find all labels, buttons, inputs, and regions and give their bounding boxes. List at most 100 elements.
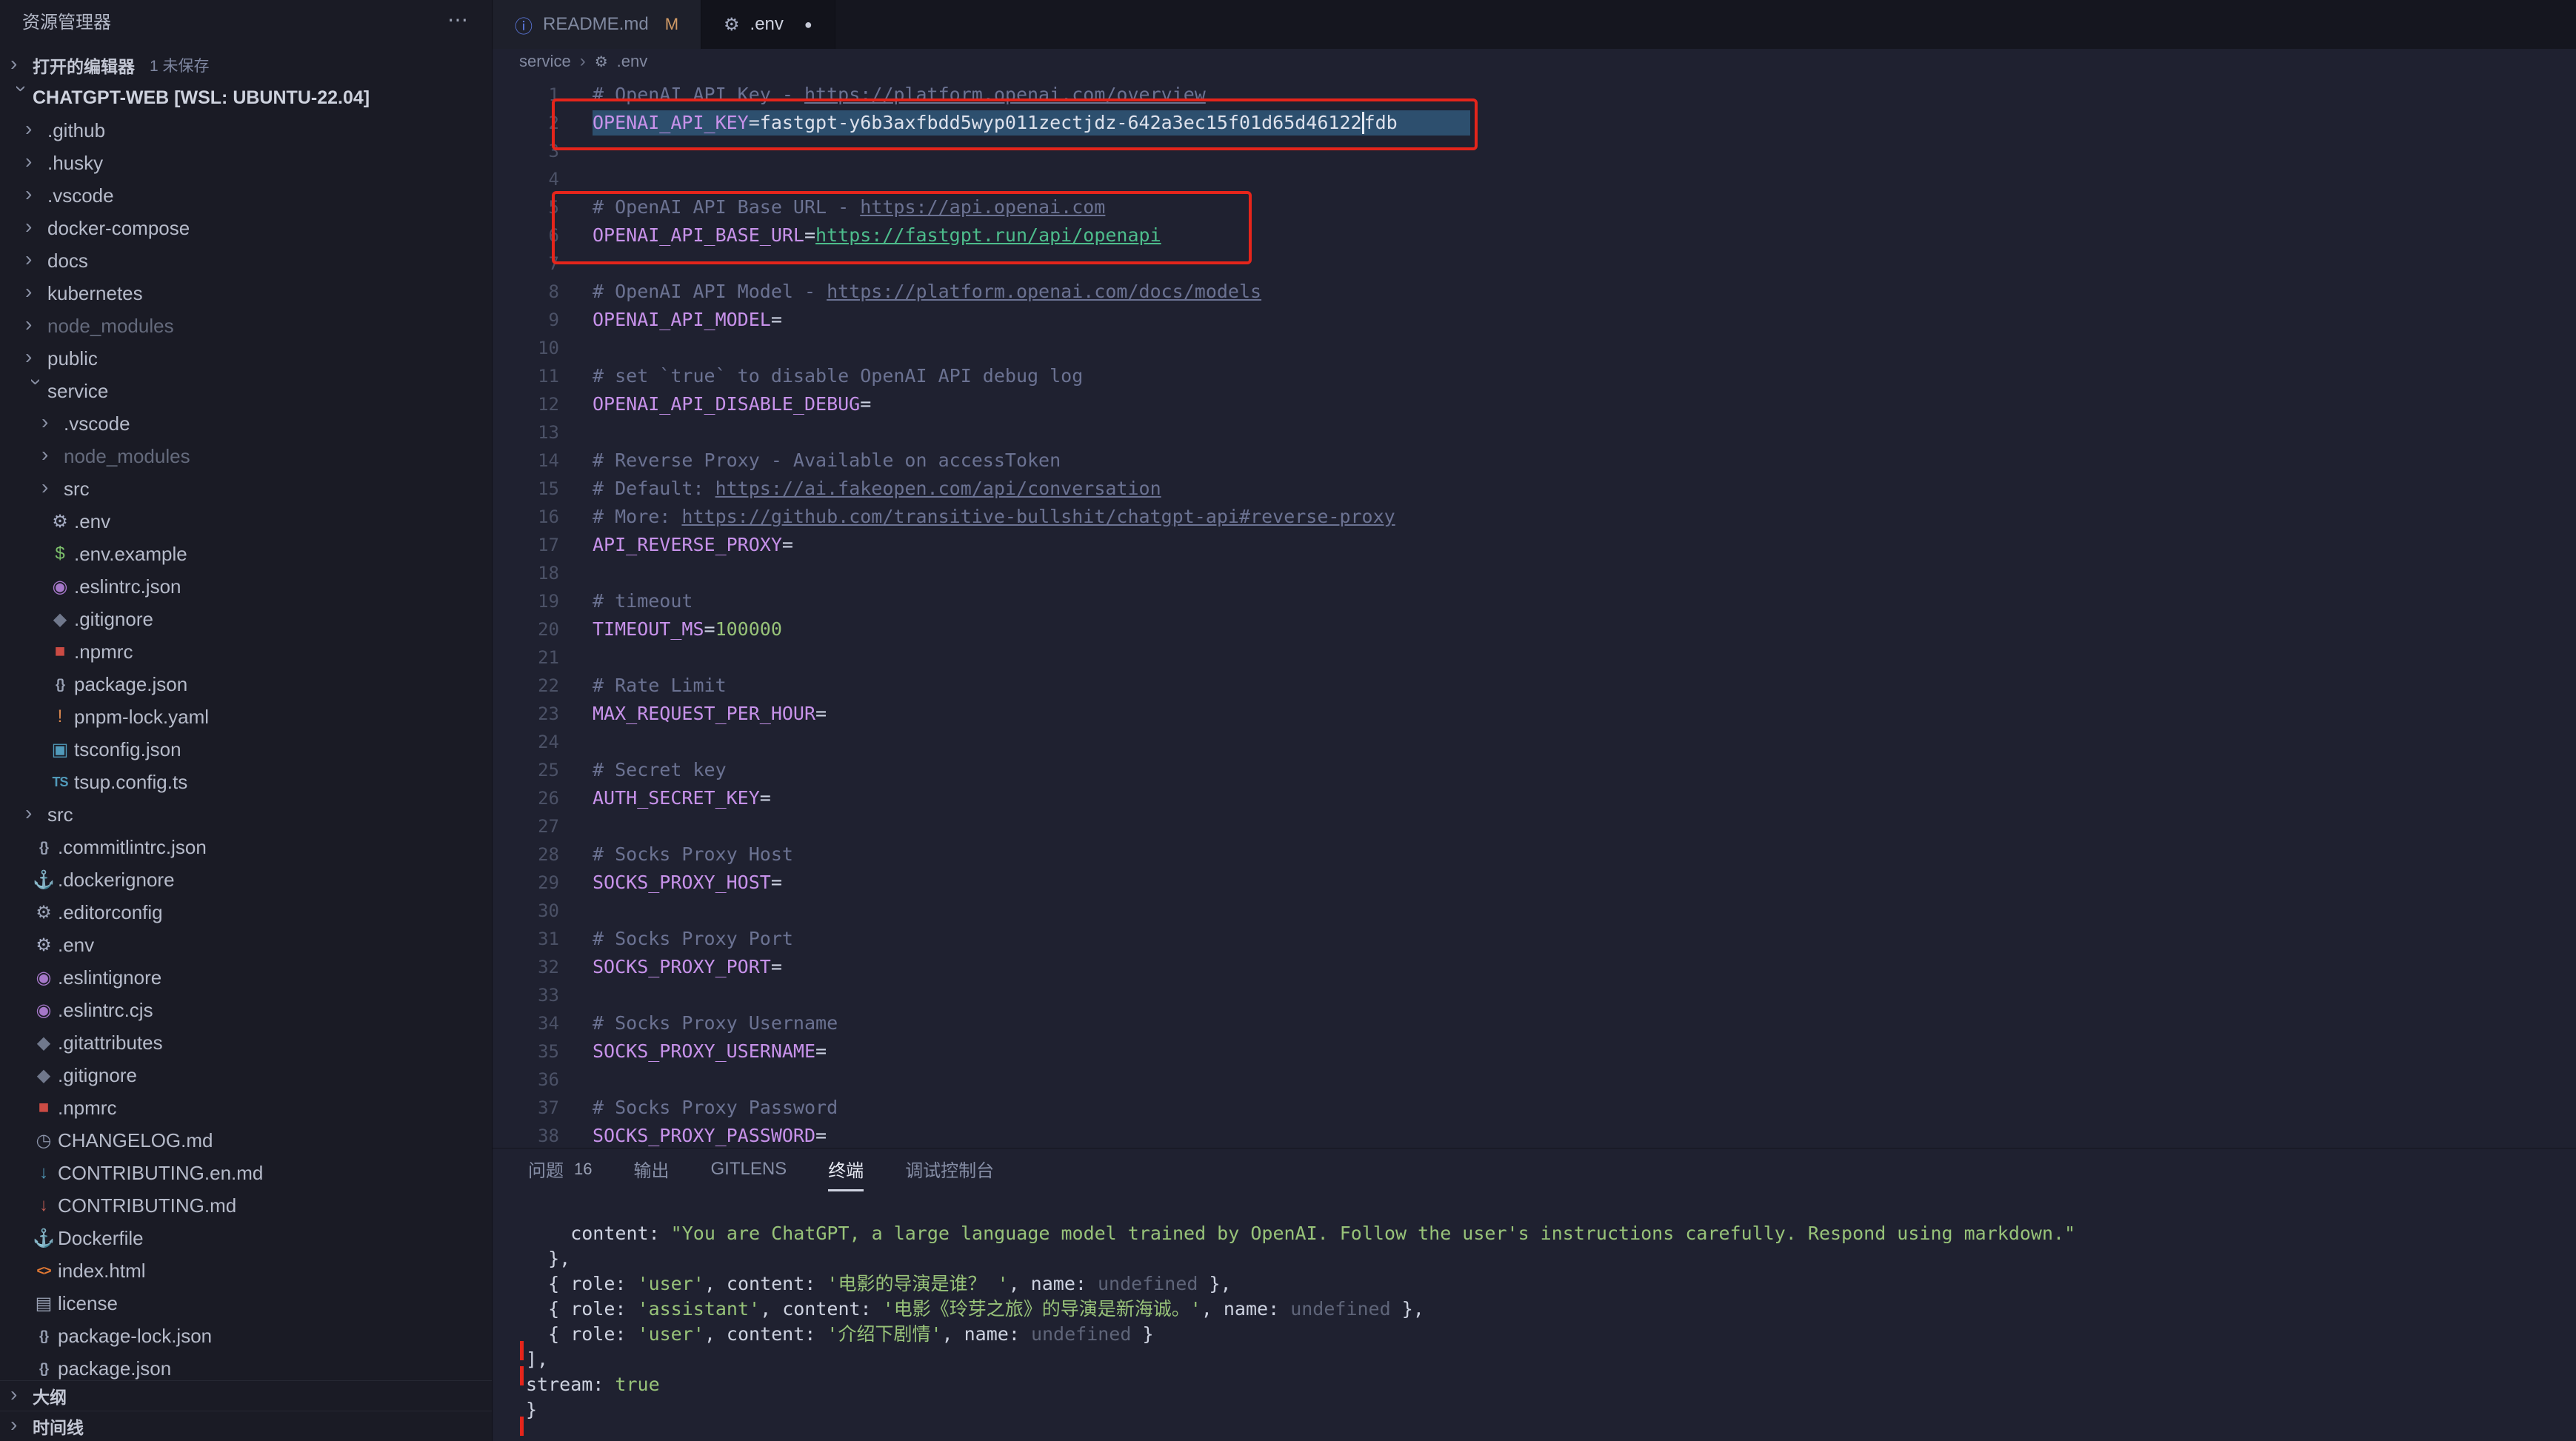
code-line[interactable]: 31# Socks Proxy Port xyxy=(493,925,2576,953)
tree-item-label: node_modules xyxy=(47,315,174,338)
code-line[interactable]: 1# OpenAI API Key - https://platform.ope… xyxy=(493,81,2576,109)
tree-folder-vscode[interactable]: ›.vscode xyxy=(0,179,492,212)
tree-folder-src[interactable]: ›src xyxy=(0,472,492,505)
tree-file-changelog-md[interactable]: ◷CHANGELOG.md xyxy=(0,1124,492,1157)
tree-file-env[interactable]: ⚙.env xyxy=(0,505,492,538)
code-line[interactable]: 16# More: https://github.com/transitive-… xyxy=(493,503,2576,531)
code-line[interactable]: 23MAX_REQUEST_PER_HOUR= xyxy=(493,700,2576,728)
code-line[interactable]: 21 xyxy=(493,643,2576,672)
tree-file-eslintrc-cjs[interactable]: ◉.eslintrc.cjs xyxy=(0,994,492,1026)
breadcrumb-item-env[interactable]: .env xyxy=(617,52,648,71)
tree-file-contributing-en-md[interactable]: ↓CONTRIBUTING.en.md xyxy=(0,1157,492,1189)
code-line[interactable]: 25# Secret key xyxy=(493,756,2576,784)
code-line[interactable]: 11# set `true` to disable OpenAI API deb… xyxy=(493,362,2576,390)
tree-file-pnpm-lock-yaml[interactable]: !pnpm-lock.yaml xyxy=(0,701,492,733)
code-line[interactable]: 8# OpenAI API Model - https://platform.o… xyxy=(493,278,2576,306)
outline-section[interactable]: › 大纲 xyxy=(0,1380,492,1411)
code-line[interactable]: 4 xyxy=(493,165,2576,193)
code-line[interactable]: 18 xyxy=(493,559,2576,587)
code-line[interactable]: 17API_REVERSE_PROXY= xyxy=(493,531,2576,559)
panel-tab-debug-console[interactable]: 调试控制台 xyxy=(905,1149,994,1191)
timeline-section[interactable]: › 时间线 xyxy=(0,1411,492,1441)
tree-file-dockerignore[interactable]: ⚓.dockerignore xyxy=(0,863,492,896)
code-line[interactable]: 24 xyxy=(493,728,2576,756)
panel-tab-problems[interactable]: 问题16 xyxy=(528,1149,592,1191)
open-editors-section[interactable]: › 打开的编辑器 1 未保存 xyxy=(0,49,492,81)
code-line[interactable]: 30 xyxy=(493,897,2576,925)
tree-file-commitlintrc-json[interactable]: {}.commitlintrc.json xyxy=(0,831,492,863)
terminal-red-mark xyxy=(520,1341,524,1360)
tree-folder-vscode[interactable]: ›.vscode xyxy=(0,407,492,440)
project-root-section[interactable]: › CHATGPT-WEB [WSL: UBUNTU-22.04] xyxy=(0,81,492,114)
tree-item-label: CHANGELOG.md xyxy=(58,1129,213,1152)
tree-file-editorconfig[interactable]: ⚙.editorconfig xyxy=(0,896,492,929)
code-line[interactable]: 27 xyxy=(493,812,2576,840)
tree-folder-docker-compose[interactable]: ›docker-compose xyxy=(0,212,492,244)
more-actions-icon[interactable]: ⋯ xyxy=(447,7,470,32)
code-line[interactable]: 12OPENAI_API_DISABLE_DEBUG= xyxy=(493,390,2576,418)
tree-folder-docs[interactable]: ›docs xyxy=(0,244,492,277)
tree-file-contributing-md[interactable]: ↓CONTRIBUTING.md xyxy=(0,1189,492,1222)
code-line[interactable]: 2OPENAI_API_KEY=fastgpt-y6b3axfbdd5wyp01… xyxy=(493,109,2576,137)
code-line[interactable]: 34# Socks Proxy Username xyxy=(493,1009,2576,1037)
code-line[interactable]: 22# Rate Limit xyxy=(493,672,2576,700)
code-line[interactable]: 37# Socks Proxy Password xyxy=(493,1094,2576,1122)
tree-folder-node-modules[interactable]: ›node_modules xyxy=(0,310,492,342)
tab-env[interactable]: ⚙.env● xyxy=(701,0,835,49)
code-line[interactable]: 3 xyxy=(493,137,2576,165)
tree-file-index-html[interactable]: <>index.html xyxy=(0,1254,492,1287)
tree-folder-public[interactable]: ›public xyxy=(0,342,492,375)
tree-folder-github[interactable]: ›.github xyxy=(0,114,492,147)
code-line[interactable]: 28# Socks Proxy Host xyxy=(493,840,2576,869)
code-line[interactable]: 9OPENAI_API_MODEL= xyxy=(493,306,2576,334)
tree-file-gitattributes[interactable]: ◆.gitattributes xyxy=(0,1026,492,1059)
code-line[interactable]: 7 xyxy=(493,250,2576,278)
tree-file-tsup-config-ts[interactable]: TStsup.config.ts xyxy=(0,766,492,798)
code-line[interactable]: 36 xyxy=(493,1066,2576,1094)
tree-folder-husky[interactable]: ›.husky xyxy=(0,147,492,179)
chevron-down-icon: › xyxy=(11,85,32,107)
tree-file-gitignore[interactable]: ◆.gitignore xyxy=(0,1059,492,1091)
tree-file-package-lock-json[interactable]: {}package-lock.json xyxy=(0,1320,492,1352)
code-line[interactable]: 19# timeout xyxy=(493,587,2576,615)
tree-file-npmrc[interactable]: ■.npmrc xyxy=(0,635,492,668)
code-line[interactable]: 20TIMEOUT_MS=100000 xyxy=(493,615,2576,643)
terminal-line: content: "You are ChatGPT, a large langu… xyxy=(526,1221,2576,1246)
tree-file-tsconfig-json[interactable]: ▣tsconfig.json xyxy=(0,733,492,766)
code-line[interactable]: 15# Default: https://ai.fakeopen.com/api… xyxy=(493,475,2576,503)
license-icon: ▤ xyxy=(30,1293,58,1314)
terminal[interactable]: content: "You are ChatGPT, a large langu… xyxy=(493,1191,2576,1441)
code-editor[interactable]: 1# OpenAI API Key - https://platform.ope… xyxy=(493,74,2576,1148)
tree-file-npmrc[interactable]: ■.npmrc xyxy=(0,1091,492,1124)
tree-file-env-example[interactable]: $.env.example xyxy=(0,538,492,570)
code-line[interactable]: 13 xyxy=(493,418,2576,447)
panel-tab-output[interactable]: 输出 xyxy=(633,1149,669,1191)
tree-folder-kubernetes[interactable]: ›kubernetes xyxy=(0,277,492,310)
tree-file-env[interactable]: ⚙.env xyxy=(0,929,492,961)
panel-tab-gitlens[interactable]: GITLENS xyxy=(710,1149,787,1191)
tree-folder-service[interactable]: ›service xyxy=(0,375,492,407)
code-line[interactable]: 6OPENAI_API_BASE_URL=https://fastgpt.run… xyxy=(493,221,2576,250)
tree-file-dockerfile[interactable]: ⚓Dockerfile xyxy=(0,1222,492,1254)
code-line[interactable]: 10 xyxy=(493,334,2576,362)
code-line[interactable]: 26AUTH_SECRET_KEY= xyxy=(493,784,2576,812)
code-line[interactable]: 14# Reverse Proxy - Available on accessT… xyxy=(493,447,2576,475)
tree-file-gitignore[interactable]: ◆.gitignore xyxy=(0,603,492,635)
code-line[interactable]: 38SOCKS_PROXY_PASSWORD= xyxy=(493,1122,2576,1148)
code-line[interactable]: 29SOCKS_PROXY_HOST= xyxy=(493,869,2576,897)
tree-file-eslintrc-json[interactable]: ◉.eslintrc.json xyxy=(0,570,492,603)
tree-file-package-json[interactable]: {}package.json xyxy=(0,668,492,701)
tree-folder-src[interactable]: ›src xyxy=(0,798,492,831)
tree-file-license[interactable]: ▤license xyxy=(0,1287,492,1320)
panel-tab-terminal[interactable]: 终端 xyxy=(828,1149,864,1191)
code-line[interactable]: 5# OpenAI API Base URL - https://api.ope… xyxy=(493,193,2576,221)
code-line[interactable]: 35SOCKS_PROXY_USERNAME= xyxy=(493,1037,2576,1066)
tree-folder-node-modules[interactable]: ›node_modules xyxy=(0,440,492,472)
tree-file-eslintignore[interactable]: ◉.eslintignore xyxy=(0,961,492,994)
tree-item-label: .npmrc xyxy=(74,641,133,663)
code-line[interactable]: 33 xyxy=(493,981,2576,1009)
breadcrumb-item-service[interactable]: service xyxy=(519,52,571,71)
tab-readme[interactable]: ⓘREADME.mdM xyxy=(493,0,701,49)
code-line[interactable]: 32SOCKS_PROXY_PORT= xyxy=(493,953,2576,981)
line-number: 8 xyxy=(493,278,559,306)
